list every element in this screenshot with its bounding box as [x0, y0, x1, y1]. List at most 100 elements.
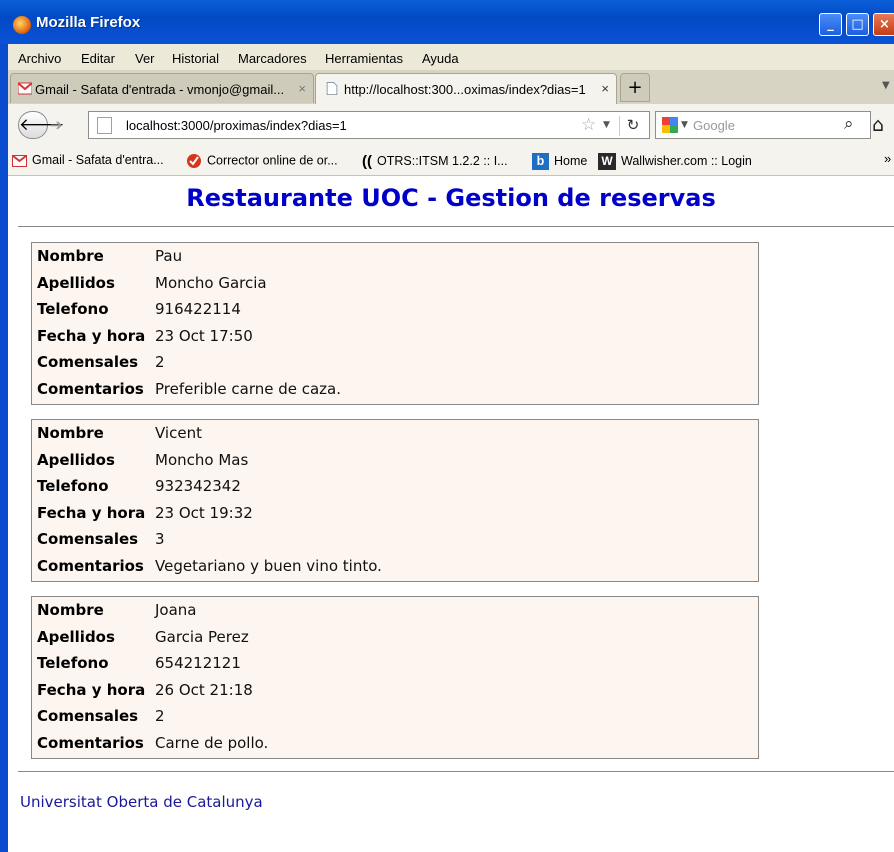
bookmark-label: Gmail - Safata d'entra...	[32, 153, 164, 167]
forward-button[interactable]: ➔	[50, 115, 78, 135]
home-icon[interactable]: ⌂	[872, 114, 884, 136]
bookmark-gmail[interactable]: Gmail - Safata d'entra...	[12, 153, 164, 167]
label-nombre: Nombre	[37, 601, 104, 619]
search-placeholder[interactable]: Google	[693, 118, 735, 133]
menu-archivo[interactable]: Archivo	[18, 51, 61, 66]
bookmark-home[interactable]: b Home	[532, 153, 587, 170]
url-text[interactable]: localhost:3000/proximas/index?dias=1	[126, 118, 347, 133]
close-window-button[interactable]: ×	[873, 13, 894, 36]
bookmarks-toolbar: Gmail - Safata d'entra... Corrector onli…	[8, 146, 894, 176]
value-comentarios: Carne de pollo.	[155, 734, 269, 752]
page-content: Restaurante UOC - Gestion de reservas No…	[8, 176, 894, 852]
footer-text: Universitat Oberta de Catalunya	[20, 793, 263, 811]
bookmark-star-icon[interactable]: ☆	[581, 115, 596, 135]
value-comentarios: Preferible carne de caza.	[155, 380, 342, 398]
tab-label: http://localhost:300...oximas/index?dias…	[344, 82, 586, 97]
tab-close-icon[interactable]: ×	[298, 81, 306, 96]
wallwisher-icon: W	[598, 153, 616, 170]
page-title: Restaurante UOC - Gestion de reservas	[186, 184, 716, 212]
reservation-card: Nombre Pau Apellidos Moncho Garcia Telefon…	[31, 242, 759, 405]
label-apellidos: Apellidos	[37, 274, 115, 292]
value-nombre: Joana	[155, 601, 197, 619]
label-telefono: Telefono	[37, 477, 109, 495]
window-title: Mozilla Firefox	[36, 14, 141, 31]
label-comentarios: Comentarios	[37, 734, 144, 752]
history-dropdown-icon[interactable]: ▼	[603, 120, 610, 130]
reservation-card: Nombre Joana Apellidos Garcia Perez Telefo…	[31, 596, 759, 759]
menu-editar[interactable]: Editar	[81, 51, 115, 66]
label-nombre: Nombre	[37, 424, 104, 442]
tab-gmail[interactable]: Gmail - Safata d'entrada - vmonjo@gmail.…	[10, 73, 314, 103]
gmail-icon	[12, 154, 27, 167]
value-nombre: Pau	[155, 247, 183, 265]
site-identity-icon[interactable]	[97, 117, 112, 134]
label-fecha: Fecha y hora	[37, 504, 146, 522]
label-fecha: Fecha y hora	[37, 681, 146, 699]
bookmarks-overflow-icon[interactable]: »	[884, 151, 891, 166]
label-fecha: Fecha y hora	[37, 327, 146, 345]
value-comensales: 3	[155, 530, 165, 548]
value-comensales: 2	[155, 353, 165, 371]
value-comentarios: Vegetariano y buen vino tinto.	[155, 557, 382, 575]
label-comentarios: Comentarios	[37, 557, 144, 575]
b-icon: b	[532, 153, 549, 170]
bookmark-label: Wallwisher.com :: Login	[621, 153, 752, 168]
value-telefono: 916422114	[155, 300, 241, 318]
reservation-card: Nombre Vicent Apellidos Moncho Mas Telefon…	[31, 419, 759, 582]
list-all-tabs-icon[interactable]: ▼	[882, 80, 890, 91]
label-comensales: Comensales	[37, 353, 139, 371]
tab-strip: Gmail - Safata d'entrada - vmonjo@gmail.…	[8, 70, 894, 105]
label-apellidos: Apellidos	[37, 628, 115, 646]
bookmark-wallwisher[interactable]: W Wallwisher.com :: Login	[598, 153, 752, 170]
menu-marcadores[interactable]: Marcadores	[238, 51, 307, 66]
window-border	[0, 44, 8, 852]
menu-herramientas[interactable]: Herramientas	[325, 51, 403, 66]
corrector-icon	[187, 154, 201, 168]
search-engine-dropdown-icon[interactable]: ▼	[681, 120, 688, 130]
value-telefono: 654212121	[155, 654, 241, 672]
new-tab-button[interactable]: +	[620, 73, 650, 102]
maximize-button[interactable]: □	[846, 13, 869, 36]
value-telefono: 932342342	[155, 477, 241, 495]
label-telefono: Telefono	[37, 300, 109, 318]
value-fecha: 23 Oct 17:50	[155, 327, 253, 345]
reload-icon[interactable]: ↻	[619, 116, 646, 136]
minimize-button[interactable]: _	[819, 13, 842, 36]
menu-ayuda[interactable]: Ayuda	[422, 51, 459, 66]
bookmark-label: Corrector online de or...	[207, 153, 338, 168]
search-magnifier-icon[interactable]: ⌕	[844, 114, 854, 134]
back-button[interactable]: 🡐	[18, 111, 65, 139]
window-titlebar[interactable]: Mozilla Firefox _ □ ×	[0, 0, 894, 44]
tab-localhost[interactable]: http://localhost:300...oximas/index?dias…	[315, 73, 617, 104]
navigation-toolbar: 🡐 ➔ localhost:3000/proximas/index?dias=1…	[8, 104, 894, 146]
label-comensales: Comensales	[37, 530, 139, 548]
menu-bar: Archivo Editar Ver Historial Marcadores …	[8, 44, 894, 70]
label-apellidos: Apellidos	[37, 451, 115, 469]
bookmark-label: Home	[554, 153, 588, 168]
label-telefono: Telefono	[37, 654, 109, 672]
value-nombre: Vicent	[155, 424, 202, 442]
tab-close-icon[interactable]: ×	[601, 81, 609, 96]
menu-historial[interactable]: Historial	[172, 51, 219, 66]
bookmark-otrs[interactable]: (( OTRS::ITSM 1.2.2 :: I...	[362, 153, 508, 170]
google-icon[interactable]	[662, 117, 678, 133]
search-box[interactable]: ▼ Google ⌕	[655, 111, 871, 139]
value-comensales: 2	[155, 707, 165, 725]
menu-ver[interactable]: Ver	[135, 51, 155, 66]
otrs-icon: ((	[362, 153, 372, 170]
divider	[18, 226, 894, 227]
value-apellidos: Garcia Perez	[155, 628, 249, 646]
value-apellidos: Moncho Garcia	[155, 274, 267, 292]
label-comensales: Comensales	[37, 707, 139, 725]
back-forward-group: 🡐 ➔	[18, 111, 82, 139]
page-icon	[326, 82, 338, 95]
bookmark-corrector[interactable]: Corrector online de or...	[186, 153, 338, 169]
firefox-logo-icon	[13, 16, 31, 34]
value-fecha: 26 Oct 21:18	[155, 681, 253, 699]
divider	[18, 771, 894, 772]
address-bar[interactable]: localhost:3000/proximas/index?dias=1 ☆ ▼…	[88, 111, 650, 139]
label-nombre: Nombre	[37, 247, 104, 265]
value-apellidos: Moncho Mas	[155, 451, 249, 469]
bookmark-label: OTRS::ITSM 1.2.2 :: I...	[377, 153, 508, 168]
value-fecha: 23 Oct 19:32	[155, 504, 253, 522]
